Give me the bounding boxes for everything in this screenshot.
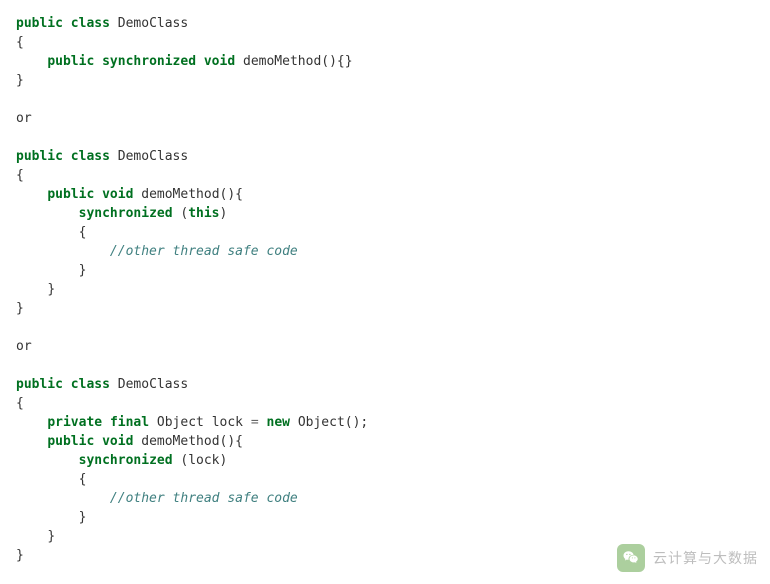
brace: } [16,301,24,316]
brace: { [79,472,87,487]
kw-class: class [71,16,110,31]
kw-public: public [16,16,63,31]
brace: } [16,73,24,88]
kw-this: this [188,206,219,221]
comment: //other thread safe code [110,491,298,506]
class-name: DemoClass [118,16,188,31]
kw-synchronized: synchronized [102,54,196,69]
kw-public: public [47,54,94,69]
kw-public: public [47,434,94,449]
kw-public: public [16,377,63,392]
watermark: 云计算与大数据 [617,544,758,572]
paren: ) [220,206,228,221]
type-object: Object [298,415,345,430]
class-name: DemoClass [118,377,188,392]
separator-or: or [16,339,32,354]
brace: { [16,35,24,50]
op-eq: = [251,415,259,430]
parens-brace: (){ [220,187,243,202]
brace: } [16,548,24,563]
brace: { [16,396,24,411]
kw-public: public [16,149,63,164]
kw-synchronized: synchronized [79,453,173,468]
type-object: Object [157,415,204,430]
parens-braces: (){} [321,54,352,69]
method-name: demoMethod [141,187,219,202]
kw-class: class [71,149,110,164]
brace: } [47,282,55,297]
kw-final: final [110,415,149,430]
brace: { [16,168,24,183]
method-name: demoMethod [243,54,321,69]
wechat-icon [617,544,645,572]
brace: } [79,510,87,525]
method-name: demoMethod [141,434,219,449]
brace: } [79,263,87,278]
comment: //other thread safe code [110,244,298,259]
var-lock: lock [212,415,243,430]
paren: ) [220,453,228,468]
kw-void: void [204,54,235,69]
parens-brace: (){ [220,434,243,449]
kw-class: class [71,377,110,392]
brace: } [47,529,55,544]
ctor-suffix: (); [345,415,368,430]
kw-new: new [267,415,290,430]
kw-void: void [102,187,133,202]
separator-or: or [16,111,32,126]
code-block: public class DemoClass { public synchron… [16,14,754,565]
watermark-text: 云计算与大数据 [653,549,758,568]
var-lock: lock [188,453,219,468]
class-name: DemoClass [118,149,188,164]
kw-synchronized: synchronized [79,206,173,221]
brace: { [79,225,87,240]
kw-public: public [47,187,94,202]
kw-void: void [102,434,133,449]
kw-private: private [47,415,102,430]
